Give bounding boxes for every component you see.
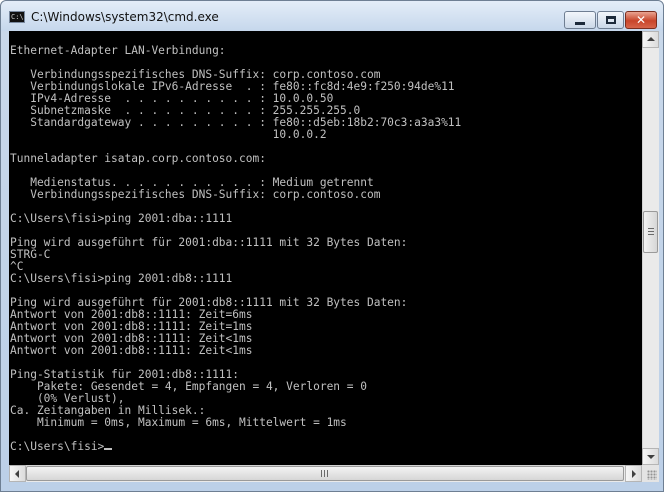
console-line: Ethernet-Adapter LAN-Verbindung: — [10, 44, 226, 57]
grip-icon — [648, 228, 654, 235]
console-area[interactable]: Ethernet-Adapter LAN-Verbindung: Verbind… — [9, 31, 642, 465]
console-icon[interactable]: C:\ — [9, 11, 25, 23]
console-line: Minimum = 0ms, Maximum = 6ms, Mittelwert… — [10, 416, 347, 429]
vertical-scrollbar[interactable] — [642, 31, 659, 465]
maximize-icon — [606, 16, 616, 24]
resize-grip-icon — [647, 470, 657, 480]
window-title: C:\Windows\system32\cmd.exe — [31, 10, 219, 24]
cmd-window: C:\ C:\Windows\system32\cmd.exe ✕ Ethern… — [0, 0, 664, 492]
scroll-up-button[interactable] — [642, 31, 659, 48]
horizontal-scroll-thumb[interactable] — [26, 466, 624, 481]
console-line: C:\Users\fisi>ping 2001:dba::1111 — [10, 212, 233, 225]
resize-corner[interactable] — [642, 465, 659, 482]
scroll-right-button[interactable] — [625, 465, 642, 482]
console-line: Antwort von 2001:db8::1111: Zeit<1ms — [10, 344, 253, 357]
horizontal-scrollbar[interactable] — [9, 465, 642, 482]
console-line: Tunneladapter isatap.corp.contoso.com: — [10, 152, 266, 165]
console-output: Ethernet-Adapter LAN-Verbindung: Verbind… — [10, 33, 461, 453]
arrow-up-icon — [647, 37, 655, 41]
console-line: 10.0.0.2 — [10, 128, 327, 141]
title-bar[interactable]: C:\ C:\Windows\system32\cmd.exe ✕ — [1, 1, 663, 31]
arrow-right-icon — [632, 470, 636, 478]
minimize-button[interactable] — [564, 11, 596, 29]
console-icon-label: C:\ — [11, 13, 24, 21]
console-line: Verbindungsspezifisches DNS-Suffix: corp… — [10, 188, 381, 201]
arrow-down-icon — [647, 455, 655, 459]
maximize-button[interactable] — [597, 11, 624, 29]
minimize-icon — [575, 22, 585, 25]
console-line: Ping wird ausgeführt für 2001:dba::1111 … — [10, 236, 408, 249]
close-icon: ✕ — [635, 13, 647, 27]
scroll-down-button[interactable] — [642, 448, 659, 465]
text-cursor — [104, 448, 113, 450]
grip-icon — [321, 470, 328, 477]
arrow-left-icon — [15, 470, 19, 478]
console-line: C:\Users\fisi>ping 2001:db8::1111 — [10, 272, 233, 285]
scroll-left-button[interactable] — [9, 465, 26, 482]
console-line: C:\Users\fisi> — [10, 440, 105, 453]
vertical-scroll-thumb[interactable] — [643, 211, 658, 253]
close-button[interactable]: ✕ — [625, 11, 657, 29]
